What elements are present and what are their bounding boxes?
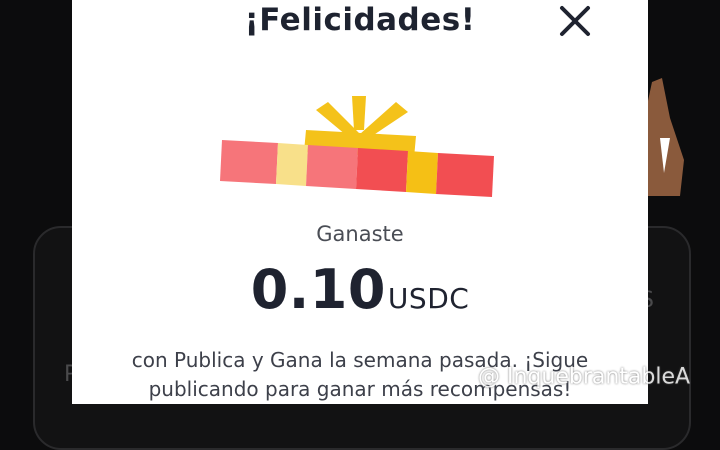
watermark-handle: @ InquebrantableA <box>478 364 691 390</box>
gift-icon <box>220 96 494 197</box>
congratulations-modal: ¡Felicidades! Ganaste 0.10USDC con Publi… <box>72 0 648 404</box>
amount-unit: USDC <box>387 282 470 315</box>
watermark: @ InquebrantableA <box>478 364 690 394</box>
reward-amount: 0.10USDC <box>72 258 648 321</box>
amount-value: 0.10 <box>250 258 386 321</box>
won-label: Ganaste <box>316 222 404 246</box>
close-icon[interactable] <box>558 4 592 38</box>
